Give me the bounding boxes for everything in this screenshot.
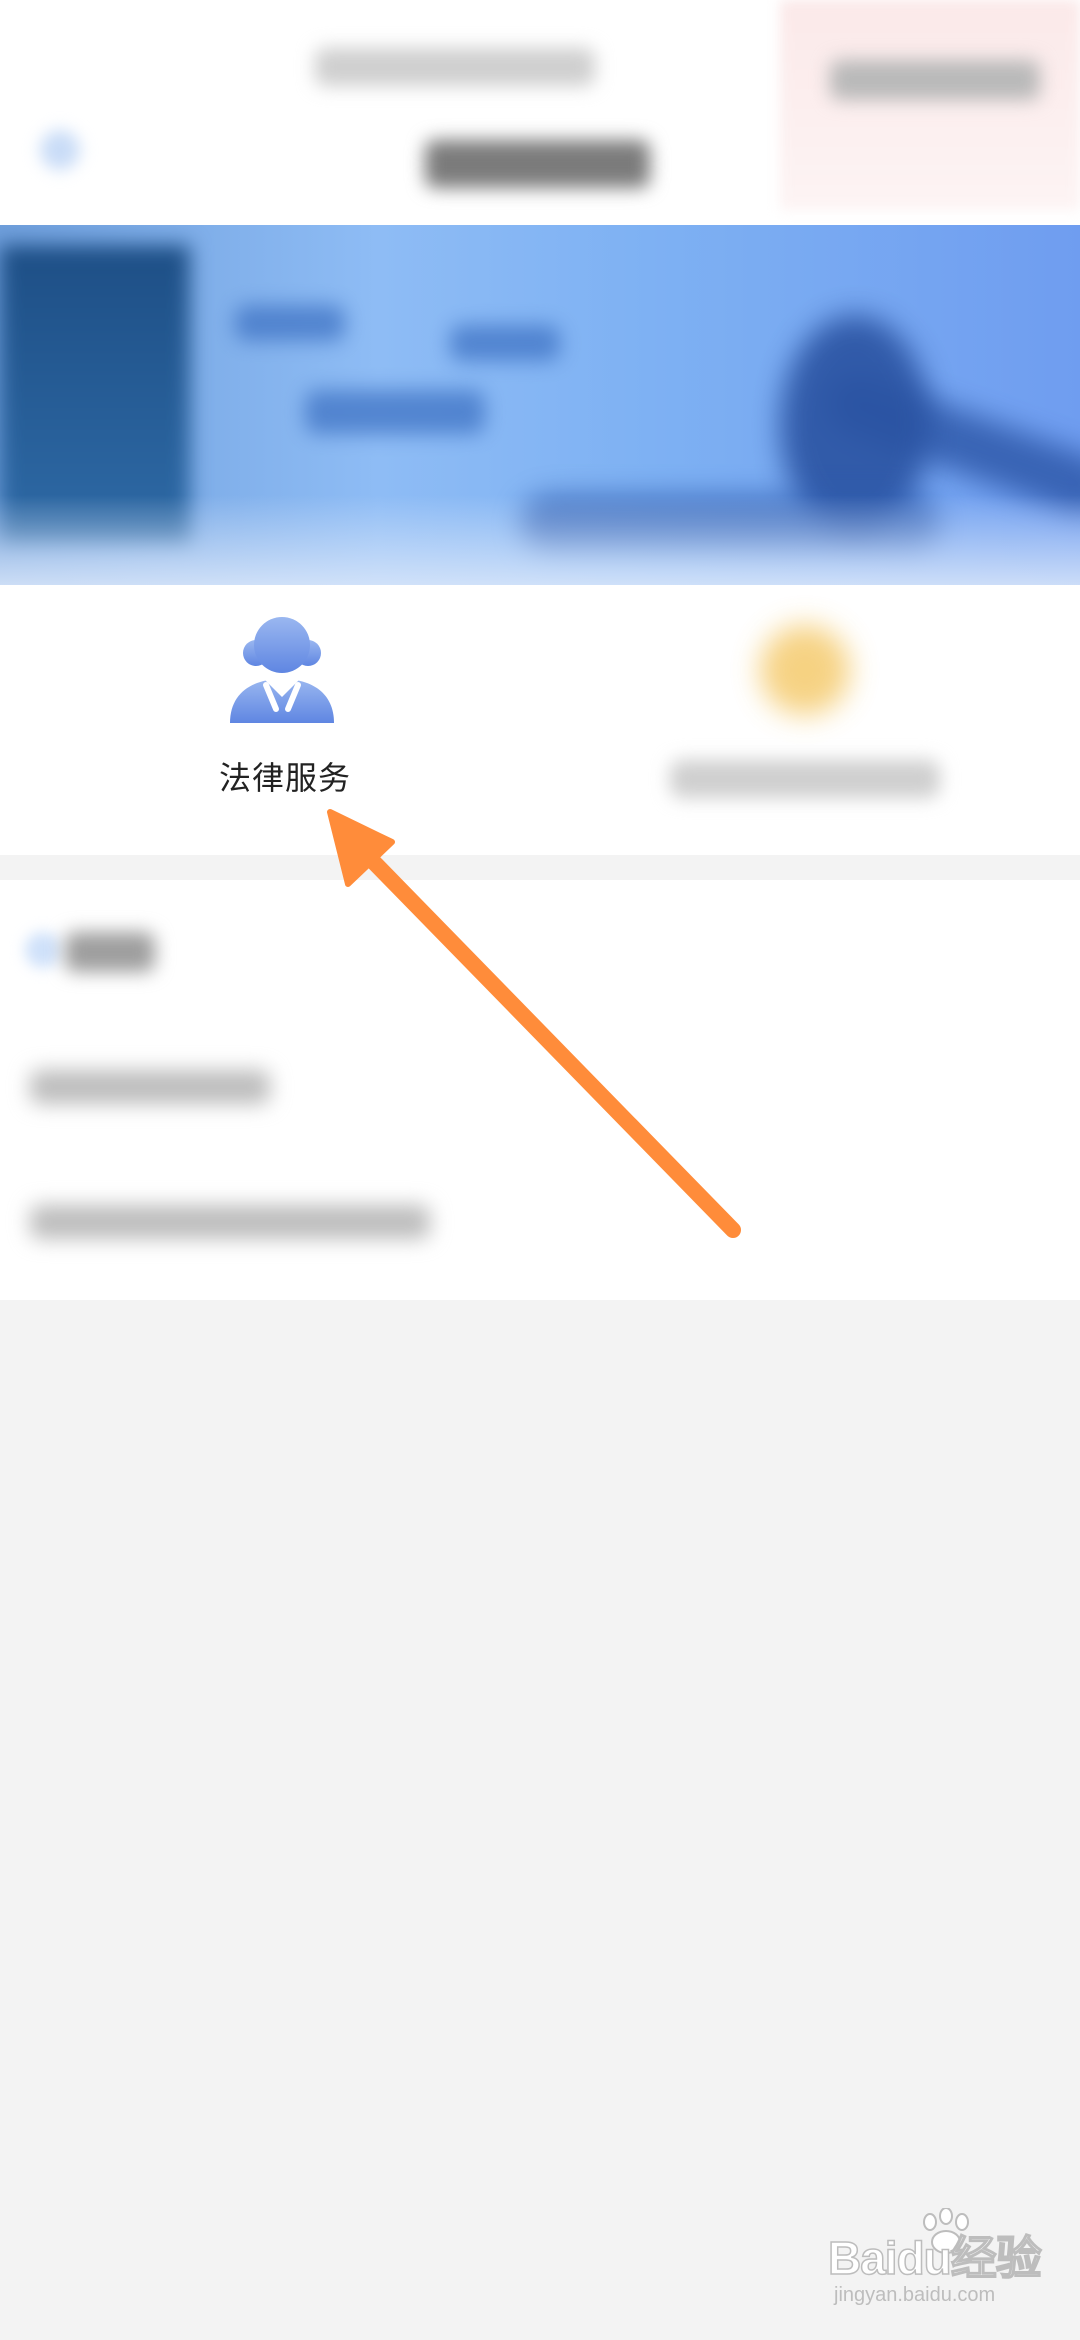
watermark-brand: Baidu经验 bbox=[827, 2231, 1042, 2285]
baidu-watermark: Baidu经验 jingyan.baidu.com bbox=[827, 2208, 1058, 2328]
annotation-arrow bbox=[327, 809, 741, 1238]
watermark-url: jingyan.baidu.com bbox=[834, 2284, 996, 2306]
